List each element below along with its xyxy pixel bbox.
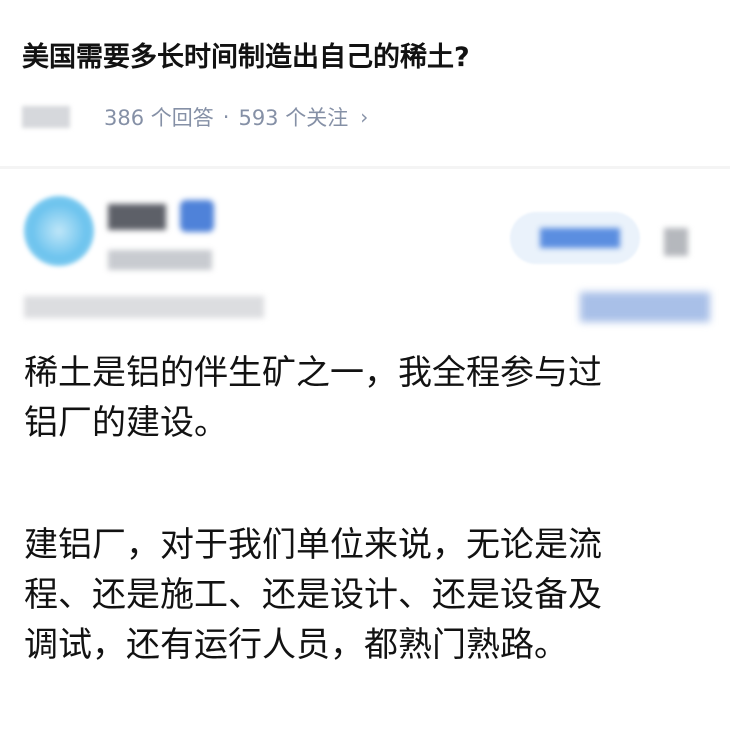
more-icon[interactable]: [664, 228, 688, 256]
question-meta: 386 个回答 · 593 个关注 ›: [22, 100, 368, 134]
avatar-icon[interactable]: [24, 196, 94, 266]
answer-paragraph-2: 建铝厂，对于我们单位来说，无论是流 程、还是施工、还是设计、还是设备及 调试，还…: [24, 520, 602, 670]
author-bio-blurred: [24, 296, 264, 318]
follow-button-label-blurred: [540, 228, 620, 248]
answer-paragraph-1: 稀土是铝的伴生矿之一，我全程参与过 铝厂的建设。: [24, 348, 602, 448]
question-header: 美国需要多长时间制造出自己的稀土?: [22, 38, 712, 78]
section-divider: [0, 166, 730, 169]
author-subtitle-blurred: [108, 250, 212, 270]
chevron-right-icon[interactable]: ›: [360, 105, 368, 129]
answer-line: 稀土是铝的伴生矿之一，我全程参与过: [24, 353, 602, 393]
verified-badge-icon: [180, 200, 214, 232]
meta-separator: ·: [222, 105, 230, 129]
question-title[interactable]: 美国需要多长时间制造出自己的稀土?: [22, 38, 712, 78]
answer-line: 调试，还有运行人员，都熟门熟路。: [24, 625, 568, 665]
blurred-tag: [22, 106, 70, 128]
answer-line: 铝厂的建设。: [24, 403, 228, 443]
answer-line: 建铝厂，对于我们单位来说，无论是流: [24, 525, 602, 565]
answers-count[interactable]: 386 个回答: [104, 102, 214, 132]
author-name-blurred[interactable]: [108, 204, 166, 230]
followers-count[interactable]: 593 个关注: [238, 102, 348, 132]
answer-meta-blurred[interactable]: [580, 292, 710, 322]
answer-line: 程、还是施工、还是设计、还是设备及: [24, 575, 602, 615]
